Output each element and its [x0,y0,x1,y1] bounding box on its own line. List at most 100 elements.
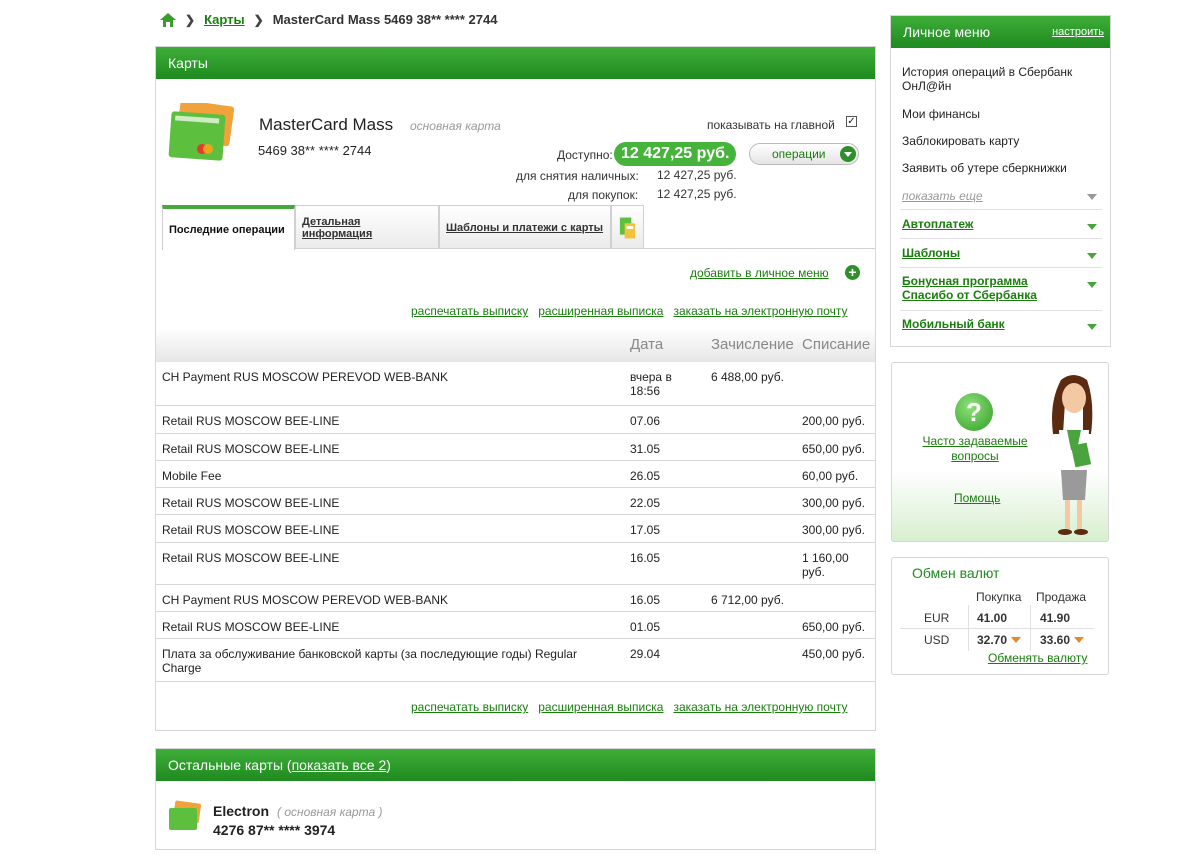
electron-card-name[interactable]: Electron [213,803,269,819]
divider [900,310,1102,311]
home-icon[interactable] [160,12,176,27]
table-row[interactable]: Retail RUS MOSCOW BEE-LINE 01.05 650,00 … [156,612,875,639]
row-date: 29.04 [630,647,661,661]
arrow-down-icon [1074,637,1084,643]
card-name: MasterCard Mass [259,115,394,134]
card-number: 5469 38** **** 2744 [258,143,372,158]
menu-item-report-passbook-loss[interactable]: Заявить об утере сберкнижки [902,161,1067,175]
row-description: Retail RUS MOSCOW BEE-LINE [162,620,340,634]
table-row[interactable]: Retail RUS MOSCOW BEE-LINE 31.05 650,00 … [156,434,875,461]
add-to-menu-link[interactable]: добавить в личное меню [690,266,829,280]
available-value: 12 427,25 руб. [614,142,737,166]
chevron-down-icon[interactable] [1087,224,1097,230]
tab-detailed-info[interactable]: Детальная информация [295,205,439,249]
header-date: Дата [630,336,664,353]
menu-section-bonus-program[interactable]: Бонусная программа Спасибо от Сбербанка [902,274,1080,302]
row-debit: 1 160,00 руб. [802,551,849,579]
divider [900,267,1102,268]
chevron-down-icon[interactable] [1087,194,1097,200]
electron-card-image [168,800,202,834]
row-description: Retail RUS MOSCOW BEE-LINE [162,551,340,565]
row-date: 01.05 [630,620,661,634]
table-row[interactable]: CH Payment RUS MOSCOW PEREVOD WEB-BANK 1… [156,585,875,612]
row-date: 16.05 [630,551,661,565]
menu-section-mobile-bank[interactable]: Мобильный банк [902,317,1098,331]
row-description: Mobile Fee [162,469,222,483]
email-statement-link[interactable]: заказать на электронную почту [673,304,847,318]
menu-section-autopay[interactable]: Автоплатеж [902,217,1098,231]
statement-links-bottom: распечатать выписку расширенная выписка … [411,700,847,714]
other-cards-title: Остальные карты (показать все 2) [156,749,875,781]
row-debit: 650,00 руб. [802,442,865,456]
table-row[interactable]: CH Payment RUS MOSCOW PEREVOD WEB-BANK в… [156,362,875,406]
show-more-link[interactable]: показать еще [902,189,983,203]
electron-card-number: 4276 87** **** 3974 [213,822,336,838]
chevron-right-icon: ❯ [253,12,264,27]
currency-sell-header: Продажа [1036,590,1087,604]
header-credit: Зачисление [711,336,794,353]
row-debit: 650,00 руб. [802,620,865,634]
print-statement-link[interactable]: распечатать выписку [411,304,528,318]
row-date: 16.05 [630,593,661,607]
show-on-main-checkbox[interactable]: ✓ [846,116,857,127]
purchase-label: для покупок: [568,188,639,202]
row-date: вчера в 18:56 [630,370,672,398]
exchange-currency-link[interactable]: Обменять валюту [988,651,1087,665]
operations-button[interactable]: операции [749,143,859,165]
chevron-down-icon[interactable] [1087,324,1097,330]
row-debit: 200,00 руб. [802,414,865,428]
table-row[interactable]: Плата за обслуживание банковской карты (… [156,639,875,682]
row-debit: 60,00 руб. [802,469,859,483]
currency-eur-buy: 41.00 [977,611,1008,625]
tab-templates-payments[interactable]: Шаблоны и платежи с карты [439,205,611,249]
breadcrumb-current: MasterCard Mass 5469 38** **** 2744 [272,12,498,27]
table-row[interactable]: Retail RUS MOSCOW BEE-LINE 16.05 1 160,0… [156,543,875,585]
row-debit: 450,00 руб. [802,647,865,661]
arrow-down-icon [1011,637,1021,643]
currency-title: Обмен валют [912,565,1000,581]
currency-code-usd: USD [924,633,950,647]
configure-menu-link[interactable]: настроить [1052,16,1104,48]
row-description: CH Payment RUS MOSCOW PEREVOD WEB-BANK [162,370,449,384]
menu-item-my-finances[interactable]: Мои финансы [902,107,980,121]
table-row[interactable]: Retail RUS MOSCOW BEE-LINE 22.05 300,00 … [156,488,875,515]
print-statement-link[interactable]: распечатать выписку [411,700,528,714]
table-row[interactable]: Mobile Fee 26.05 60,00 руб. [156,461,875,488]
show-all-cards-link[interactable]: показать все 2 [292,757,387,773]
faq-link[interactable]: Часто задаваемые вопросы [916,434,1034,464]
tab-recent-operations[interactable]: Последние операции [162,205,295,250]
table-row[interactable]: Retail RUS MOSCOW BEE-LINE 07.06 200,00 … [156,406,875,434]
operations-button-label: операции [772,147,826,161]
row-description: Плата за обслуживание банковской карты (… [162,647,577,675]
currency-grid-hline [900,628,1094,629]
row-description: CH Payment RUS MOSCOW PEREVOD WEB-BANK [162,593,449,607]
show-on-main-label: показывать на главной [707,118,835,132]
help-link[interactable]: Помощь [954,491,1000,505]
extended-statement-link[interactable]: расширенная выписка [538,700,663,714]
statement-links-top: распечатать выписку расширенная выписка … [411,304,847,318]
currency-buy-header: Покупка [976,590,1022,604]
breadcrumb: ❯ Карты ❯ MasterCard Mass 5469 38** ****… [160,12,497,27]
table-row[interactable]: Retail RUS MOSCOW BEE-LINE 17.05 300,00 … [156,515,875,543]
row-debit: 300,00 руб. [802,523,865,537]
row-description: Retail RUS MOSCOW BEE-LINE [162,523,340,537]
operations-table-header: Дата Зачисление Списание [156,328,875,362]
row-date: 17.05 [630,523,661,537]
menu-item-block-card[interactable]: Заблокировать карту [902,134,1019,148]
menu-section-templates[interactable]: Шаблоны [902,246,1098,260]
plus-icon[interactable]: + [845,265,860,280]
question-icon[interactable]: ? [955,393,993,431]
chevron-down-icon[interactable] [1087,282,1097,288]
row-credit: 6 712,00 руб. [711,593,784,607]
tab-extra[interactable] [611,205,644,249]
assistant-character-image [1043,372,1103,538]
row-date: 26.05 [630,469,661,483]
email-statement-link[interactable]: заказать на электронную почту [673,700,847,714]
menu-item-operations-history[interactable]: История операций в Сбербанк ОнЛ@йн [902,65,1092,93]
chevron-down-icon[interactable] [1087,253,1097,259]
extended-statement-link[interactable]: расширенная выписка [538,304,663,318]
electron-card-type: ( основная карта ) [277,805,383,819]
currency-code-eur: EUR [924,611,950,625]
currency-eur-sell: 41.90 [1040,611,1071,625]
breadcrumb-cards-link[interactable]: Карты [204,12,245,27]
